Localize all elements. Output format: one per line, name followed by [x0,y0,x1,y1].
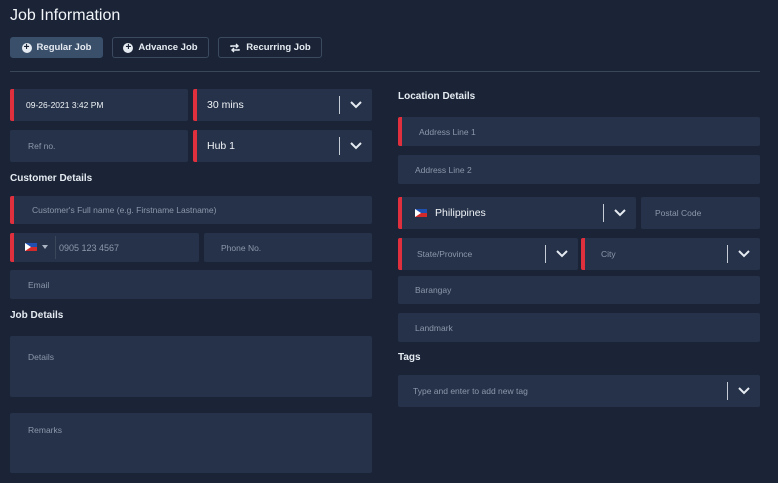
postal-code-input[interactable]: Postal Code [641,197,760,229]
job-details-heading: Job Details [10,310,64,321]
tab-label: Regular Job [36,42,92,53]
tab-regular-job[interactable]: + Regular Job [10,37,103,58]
mobile-number-placeholder: 0905 123 4567 [59,242,120,253]
ref-no-input[interactable]: Ref no. [10,130,188,162]
select-separator [603,204,604,222]
tab-recurring-job[interactable]: Recurring Job [218,37,322,58]
address-line-2-input[interactable]: Address Line 2 [398,155,760,184]
postal-code-placeholder: Postal Code [655,208,702,218]
philippines-flag-icon [415,209,427,217]
landmark-placeholder: Landmark [415,322,453,333]
country-code-separator [55,236,56,259]
tab-advance-job[interactable]: + Advance Job [112,37,209,58]
barangay-placeholder: Barangay [415,285,452,295]
chevron-down-icon[interactable] [737,249,751,259]
philippines-flag-icon [25,243,37,251]
plus-circle-icon: + [21,42,32,53]
ref-no-placeholder: Ref no. [28,141,56,151]
chevron-down-icon[interactable] [349,100,363,110]
select-separator [339,137,340,155]
duration-select[interactable]: 30 mins [193,89,372,121]
repeat-icon [230,43,240,52]
mobile-number-input[interactable]: 0905 123 4567 [10,233,199,262]
tags-placeholder: Type and enter to add new tag [413,386,528,396]
select-separator [727,382,728,400]
datetime-field[interactable]: 09-26-2021 3:42 PM [10,89,188,121]
hub-value: Hub 1 [207,140,236,152]
address-line-2-placeholder: Address Line 2 [415,164,472,175]
address-line-1-input[interactable]: Address Line 1 [398,117,760,146]
email-placeholder: Email [28,279,50,290]
plus-circle-icon: + [123,42,134,53]
page-title: Job Information [10,7,121,24]
state-province-placeholder: State/Province [417,249,473,259]
details-placeholder: Details [28,352,54,362]
chevron-down-icon[interactable] [555,249,569,259]
select-separator [339,96,340,114]
country-value: Philippines [435,207,486,219]
country-select[interactable]: Philippines [398,197,636,229]
duration-value: 30 mins [207,99,244,111]
tags-heading: Tags [398,352,421,363]
tab-label: Advance Job [138,42,198,53]
select-separator [727,245,728,263]
phone-number-placeholder: Phone No. [221,242,262,253]
chevron-down-icon[interactable] [737,386,751,396]
state-province-select[interactable]: State/Province [398,238,578,270]
location-details-heading: Location Details [398,91,476,102]
hub-select[interactable]: Hub 1 [193,130,372,162]
remarks-placeholder: Remarks [28,425,63,435]
tags-input[interactable]: Type and enter to add new tag [398,375,760,407]
remarks-textarea[interactable]: Remarks [10,413,372,473]
customer-name-placeholder: Customer's Full name (e.g. Firstname Las… [32,205,217,215]
chevron-down-icon[interactable] [613,208,627,218]
customer-details-heading: Customer Details [10,173,93,184]
barangay-input[interactable]: Barangay [398,276,760,304]
select-separator [545,245,546,263]
phone-number-input[interactable]: Phone No. [204,233,372,262]
address-line-1-placeholder: Address Line 1 [419,126,476,137]
datetime-value: 09-26-2021 3:42 PM [26,100,104,110]
details-textarea[interactable]: Details [10,336,372,397]
caret-down-icon[interactable] [42,245,48,249]
email-input[interactable]: Email [10,270,372,299]
city-select[interactable]: City [581,238,760,270]
customer-name-input[interactable]: Customer's Full name (e.g. Firstname Las… [10,196,372,224]
chevron-down-icon[interactable] [349,141,363,151]
header-divider [10,71,760,72]
landmark-input[interactable]: Landmark [398,313,760,342]
tab-label: Recurring Job [246,42,311,53]
city-placeholder: City [601,249,616,259]
